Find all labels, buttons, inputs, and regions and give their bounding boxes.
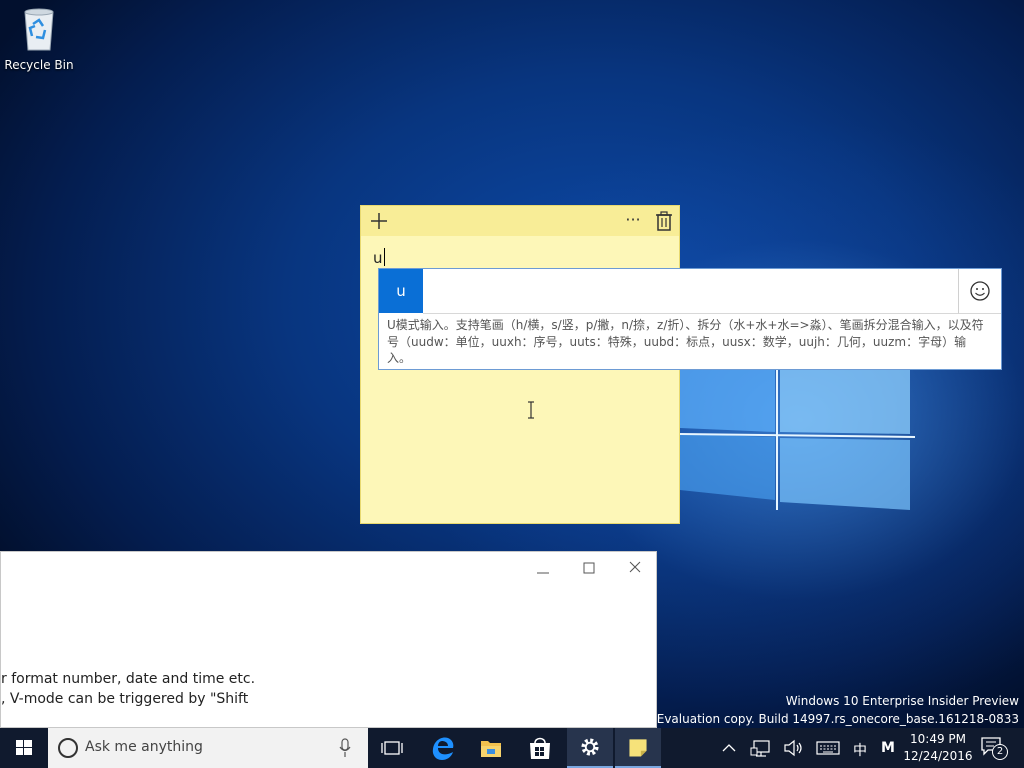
recycle-bin-icon <box>24 8 54 51</box>
cortana-search-box[interactable]: Ask me anything <box>48 728 368 768</box>
show-hidden-icons-chevron-icon[interactable] <box>718 728 740 768</box>
maximize-icon[interactable] <box>577 558 601 578</box>
watermark-line-1: Windows 10 Enterprise Insider Preview <box>785 694 1019 708</box>
watermark-line-2: Evaluation copy. Build 14997.rs_onecore_… <box>656 712 1019 726</box>
text-cursor-icon <box>528 401 534 419</box>
taskbar-clock[interactable]: 10:49 PM 12/24/2016 <box>902 731 974 765</box>
windows-start-icon[interactable] <box>0 728 48 768</box>
app-window[interactable]: r format number, date and time etc. , V-… <box>0 551 657 728</box>
close-icon[interactable] <box>623 558 647 578</box>
settings-gear-icon[interactable] <box>567 728 613 768</box>
clock-time: 10:49 PM <box>910 732 966 746</box>
sticky-note-header[interactable]: ··· <box>361 206 679 236</box>
text-caret <box>383 248 385 266</box>
note-typed-text: u <box>373 249 383 267</box>
touch-keyboard-icon[interactable] <box>814 728 842 768</box>
microphone-icon[interactable] <box>338 738 352 758</box>
cortana-icon <box>58 738 78 758</box>
network-icon[interactable] <box>748 728 774 768</box>
recycle-bin-label: Recycle Bin <box>4 58 74 72</box>
search-placeholder: Ask me anything <box>85 739 203 755</box>
more-options-icon[interactable]: ··· <box>623 209 643 233</box>
recycle-bin-shortcut[interactable]: Recycle Bin <box>4 6 74 72</box>
note-text-area[interactable]: u <box>373 248 385 267</box>
emoji-icon[interactable] <box>958 269 1001 314</box>
minimize-icon[interactable] <box>531 558 555 578</box>
edge-browser-icon[interactable] <box>420 728 466 768</box>
action-center-button[interactable]: 2 <box>980 736 1008 760</box>
sticky-notes-icon[interactable] <box>615 728 661 768</box>
ime-candidate-bar[interactable] <box>423 269 959 314</box>
clock-date: 12/24/2016 <box>903 749 973 763</box>
taskbar: Ask me anything 中 M 10:49 PM 12/24/2016 … <box>0 728 1024 768</box>
add-note-icon[interactable] <box>367 209 391 233</box>
ime-language-indicator[interactable]: 中 <box>853 740 867 760</box>
file-explorer-icon[interactable] <box>468 728 514 768</box>
task-view-icon[interactable] <box>369 728 415 768</box>
ime-u-mode-help: U模式输入。支持笔画（h/横，s/竖，p/撇，n/捺，z/折）、拆分（水+水+水… <box>387 318 984 365</box>
notification-count-badge: 2 <box>992 744 1008 760</box>
ime-candidate-window: u U模式输入。支持笔画（h/横，s/竖，p/撇，n/捺，z/折）、拆分（水+水… <box>378 268 1002 370</box>
windows-logo-wallpaper <box>680 350 916 510</box>
window-text-line-2: , V-mode can be triggered by "Shift <box>1 691 249 707</box>
window-text-line-1: r format number, date and time etc. <box>1 671 256 687</box>
delete-note-icon[interactable] <box>654 210 674 232</box>
ime-mode-indicator[interactable]: M <box>881 740 895 756</box>
store-icon[interactable] <box>517 728 563 768</box>
ime-composition-string: u <box>379 269 423 313</box>
volume-icon[interactable] <box>780 728 806 768</box>
